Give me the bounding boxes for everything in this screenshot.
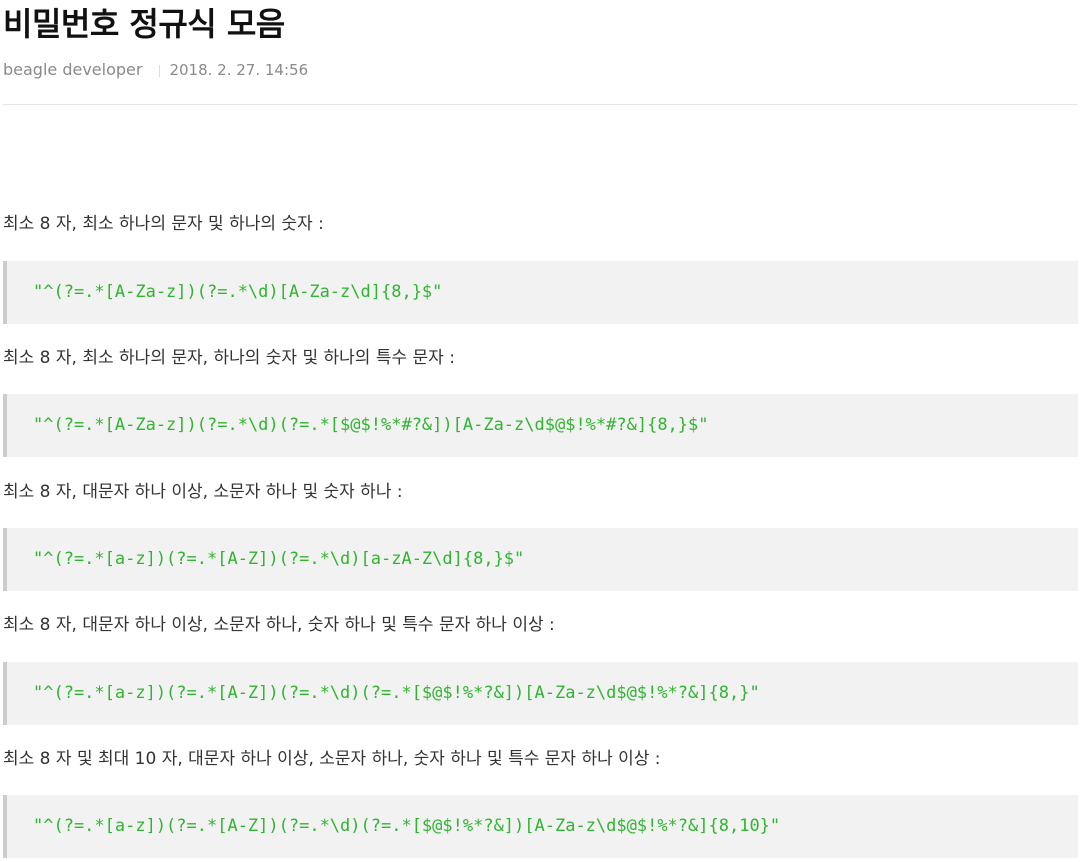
regex-code[interactable]: "^(?=.*[a-z])(?=.*[A-Z])(?=.*\d)(?=.*[$@… [33, 680, 760, 706]
post-header: 비밀번호 정규식 모음 beagle developer 2018. 2. 27.… [3, 0, 1078, 105]
regex-code[interactable]: "^(?=.*[a-z])(?=.*[A-Z])(?=.*\d)[a-zA-Z\… [33, 546, 524, 572]
section-description: 최소 8 자, 최소 하나의 문자 및 하나의 숫자 : [3, 214, 324, 234]
code-block: "^(?=.*[A-Za-z])(?=.*\d)(?=.*[$@$!%*#?&]… [3, 394, 1078, 457]
section-description: 최소 8 자, 대문자 하나 이상, 소문자 하나 및 숫자 하나 : [3, 482, 403, 502]
regex-code[interactable]: "^(?=.*[A-Za-z])(?=.*\d)(?=.*[$@$!%*#?&]… [33, 412, 709, 438]
meta-divider [159, 64, 161, 77]
author-link[interactable]: beagle developer [3, 60, 142, 80]
code-block: "^(?=.*[a-z])(?=.*[A-Z])(?=.*\d)(?=.*[$@… [3, 795, 1078, 858]
code-block: "^(?=.*[a-z])(?=.*[A-Z])(?=.*\d)[a-zA-Z\… [3, 528, 1078, 591]
section-description: 최소 8 자 및 최대 10 자, 대문자 하나 이상, 소문자 하나, 숫자 … [3, 749, 661, 769]
code-block: "^(?=.*[a-z])(?=.*[A-Z])(?=.*\d)(?=.*[$@… [3, 662, 1078, 725]
section-description: 최소 8 자, 최소 하나의 문자, 하나의 숫자 및 하나의 특수 문자 : [3, 348, 455, 368]
code-block: "^(?=.*[A-Za-z])(?=.*\d)[A-Za-z\d]{8,}$" [3, 261, 1078, 324]
post-meta: beagle developer 2018. 2. 27. 14:56 [3, 60, 308, 80]
page-title: 비밀번호 정규식 모음 [3, 5, 285, 43]
regex-code[interactable]: "^(?=.*[a-z])(?=.*[A-Z])(?=.*\d)(?=.*[$@… [33, 813, 780, 839]
post-date: 2018. 2. 27. 14:56 [169, 61, 309, 79]
section-description: 최소 8 자, 대문자 하나 이상, 소문자 하나, 숫자 하나 및 특수 문자… [3, 615, 555, 635]
regex-code[interactable]: "^(?=.*[A-Za-z])(?=.*\d)[A-Za-z\d]{8,}$" [33, 279, 442, 305]
